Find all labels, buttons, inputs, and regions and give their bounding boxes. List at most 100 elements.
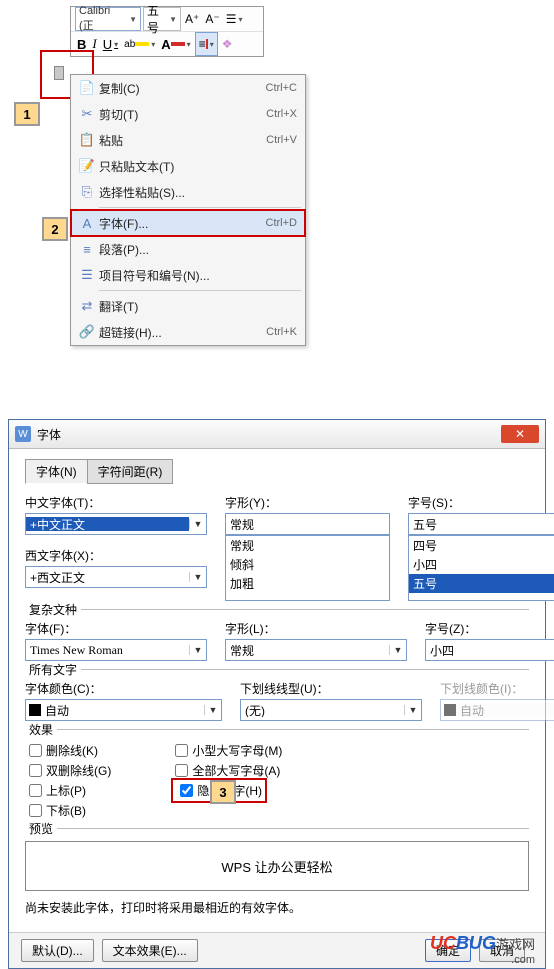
west-font-combo[interactable]: ▼ [25,566,207,588]
complex-section-label: 复杂文种 [25,601,81,618]
preview-section-label: 预览 [25,820,57,837]
context-menu: 📄复制(C)Ctrl+C✂剪切(T)Ctrl+X📋粘贴Ctrl+V📝只粘贴文本(… [70,74,306,346]
menu-item-label: 超链接(H)... [99,324,266,341]
dialog-title: 字体 [37,426,501,443]
cx-font-combo[interactable]: ▼ [25,639,207,661]
font-color-combo[interactable]: ▼ [25,699,222,721]
smallcaps-checkbox[interactable] [175,744,188,757]
menu-item-label: 选择性粘贴(S)... [99,184,297,201]
font-size-combo[interactable]: 五号▼ [143,7,181,31]
menu-item-shortcut: Ctrl+X [266,108,297,120]
menu-item-label: 剪切(T) [99,106,266,123]
smallcaps-label: 小型大写字母(M) [192,742,282,759]
menu-item[interactable]: A字体(F)...Ctrl+D [71,210,305,236]
size-input-wrap[interactable] [408,513,554,535]
close-button[interactable]: ✕ [501,425,539,443]
list-item[interactable]: 五号 [409,574,554,593]
west-font-label: 西文字体(X)： [25,547,207,564]
align-button[interactable]: ≡▾ [195,32,218,56]
menu-item-icon: 📋 [75,132,99,148]
highlight-button[interactable]: ab▾ [122,34,157,54]
cx-style-input[interactable] [226,643,389,657]
font-color-input[interactable] [41,703,204,717]
font-color-button[interactable]: A▾ [159,34,192,54]
cx-size-input[interactable] [426,643,554,657]
chevron-down-icon: ▼ [389,645,406,655]
decrease-font-button[interactable]: A⁻ [203,9,221,29]
preview-text: WPS 让办公更轻松 [221,857,332,876]
sub-checkbox[interactable] [29,804,42,817]
cx-size-combo[interactable]: ▼ [425,639,554,661]
text-effects-button[interactable]: 文本效果(E)... [102,939,198,962]
cx-style-combo[interactable]: ▼ [225,639,407,661]
app-icon: W [15,426,31,442]
cn-font-input[interactable] [26,517,189,531]
menu-item-icon: 📄 [75,80,99,96]
callout-badge-2: 2 [42,217,68,241]
menu-item-label: 复制(C) [99,80,266,97]
size-label: 字号(S)： [408,494,554,511]
west-font-input[interactable] [26,570,189,584]
underline-button[interactable]: U▾ [101,34,120,54]
chevron-down-icon: ▼ [189,645,206,655]
menu-item-label: 翻译(T) [99,298,297,315]
menu-item-shortcut: Ctrl+V [266,134,297,146]
sup-checkbox[interactable] [29,784,42,797]
menu-separator [99,290,301,291]
style-label: 字形(Y)： [225,494,390,511]
menu-item[interactable]: 📝只粘贴文本(T) [71,153,305,179]
callout-badge-1: 1 [14,102,40,126]
menu-item[interactable]: ☰项目符号和编号(N)... [71,262,305,288]
menu-item[interactable]: ⇄翻译(T) [71,293,305,319]
all-text-section-label: 所有文字 [25,661,81,678]
chevron-down-icon: ▼ [189,572,206,582]
menu-item[interactable]: 📄复制(C)Ctrl+C [71,75,305,101]
cx-style-label: 字形(L)： [225,620,407,637]
allcaps-checkbox[interactable] [175,764,188,777]
menu-item[interactable]: ✂剪切(T)Ctrl+X [71,101,305,127]
increase-font-button[interactable]: A⁺ [183,9,201,29]
menu-item-label: 项目符号和编号(N)... [99,267,297,284]
list-item[interactable]: 加粗 [226,574,389,593]
color-swatch-icon [444,704,456,716]
dstrike-checkbox[interactable] [29,764,42,777]
menu-item-label: 粘贴 [99,132,266,149]
allcaps-label: 全部大写字母(A) [192,762,280,779]
cx-font-input[interactable] [26,643,189,658]
style-listbox[interactable]: 常规倾斜加粗 [225,535,390,601]
underline-color-label: 下划线颜色(I)： [440,680,554,697]
menu-item[interactable]: ≡段落(P)... [71,236,305,262]
font-name-combo[interactable]: Calibri (正▼ [75,7,141,31]
menu-item-icon: A [75,216,99,231]
font-size-value: 五号 [147,2,167,36]
menu-item[interactable]: 📋粘贴Ctrl+V [71,127,305,153]
tab-spacing[interactable]: 字符间距(R) [87,459,174,484]
list-item[interactable]: 四号 [409,536,554,555]
chevron-down-icon: ▼ [129,15,137,24]
size-input[interactable] [409,517,554,531]
menu-item-shortcut: Ctrl+C [266,82,297,94]
cn-font-label: 中文字体(T)： [25,494,207,511]
strike-checkbox[interactable] [29,744,42,757]
tab-font[interactable]: 字体(N) [25,459,88,484]
format-painter-button[interactable]: ❖ [220,34,235,54]
line-spacing-button[interactable]: ☰▾ [224,9,245,29]
default-button[interactable]: 默认(D)... [21,939,94,962]
style-input[interactable] [226,517,389,531]
underline-color-input [456,703,554,717]
font-dialog: W 字体 ✕ 字体(N) 字符间距(R) 中文字体(T)： ▼ 西文字体(X)：… [8,419,546,969]
menu-item-icon: ⇄ [75,298,99,314]
size-listbox[interactable]: 四号小四五号 [408,535,554,601]
menu-item[interactable]: ⎘选择性粘贴(S)... [71,179,305,205]
cn-font-combo[interactable]: ▼ [25,513,207,535]
list-item[interactable]: 小四 [409,555,554,574]
list-item[interactable]: 常规 [226,536,389,555]
cx-font-label: 字体(F)： [25,620,207,637]
list-item[interactable]: 倾斜 [226,555,389,574]
style-input-wrap[interactable] [225,513,390,535]
menu-item[interactable]: 🔗超链接(H)...Ctrl+K [71,319,305,345]
callout-badge-3: 3 [210,780,236,804]
underline-style-input[interactable] [241,703,404,717]
underline-style-combo[interactable]: ▼ [240,699,422,721]
hidden-checkbox[interactable] [180,784,193,797]
